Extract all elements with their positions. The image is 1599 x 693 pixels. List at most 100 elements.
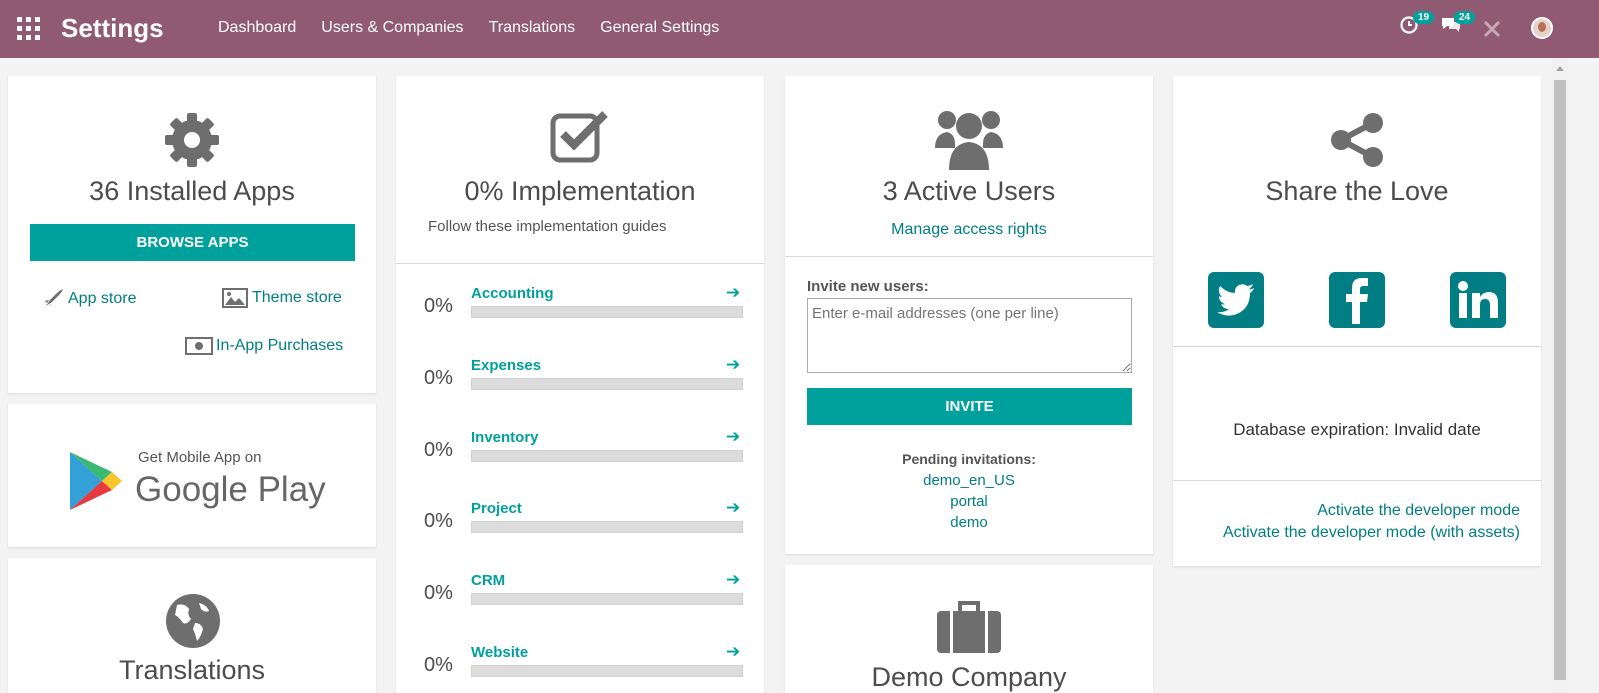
twitter-button[interactable] [1208,272,1264,328]
user-avatar[interactable] [1531,17,1553,39]
guide-name[interactable]: Inventory [471,429,539,446]
active-users-card: 3 Active Users Manage access rights Invi… [785,76,1153,554]
twitter-icon [1217,284,1254,316]
google-play-link[interactable] [68,450,124,517]
implementation-title: 0% Implementation [464,176,696,206]
pending-user-link[interactable]: portal [785,493,1153,510]
guide-name[interactable]: Accounting [471,285,554,302]
invite-label: Invite new users: [807,278,929,295]
messages-badge: 24 [1454,11,1476,24]
share-divider-2 [1173,480,1541,481]
briefcase-icon [937,601,1001,653]
menu-item-users-companies[interactable]: Users & Companies [321,19,463,37]
guide-progress-bar [471,593,743,605]
pending-user-link[interactable]: demo [785,514,1153,531]
guide-progress-bar [471,665,743,677]
installed-apps-card: 36 Installed Apps BROWSE APPS App store … [8,76,376,393]
theme-store-label: Theme store [252,289,342,306]
guide-row[interactable]: 0% Expenses ➔ [396,355,764,397]
browse-apps-button[interactable]: BROWSE APPS [30,224,355,261]
scroll-thumb[interactable] [1554,80,1566,680]
scroll-up-arrow[interactable] [1556,66,1564,71]
guide-progress-bar [471,450,743,462]
arrow-right-icon[interactable]: ➔ [726,498,740,518]
guide-row[interactable]: 0% Inventory ➔ [396,427,764,469]
activities-badge: 19 [1413,11,1435,24]
rocket-icon [45,289,63,307]
arrow-right-icon[interactable]: ➔ [726,427,740,447]
translations-title: Translations [118,655,266,685]
implementation-card: 0% Implementation Follow these implement… [396,76,764,693]
tools-icon [1483,20,1501,38]
arrow-right-icon[interactable]: ➔ [726,283,740,303]
company-title: Demo Company [871,662,1067,692]
guide-row[interactable]: 0% Website ➔ [396,642,764,684]
page-scrollbar[interactable] [1552,58,1568,693]
apps-menu-icon[interactable] [17,17,40,40]
activate-developer-mode-link[interactable]: Activate the developer mode [1317,502,1520,520]
invite-button[interactable]: INVITE [807,388,1132,425]
guide-name[interactable]: Expenses [471,357,541,374]
database-expiration-text: Database expiration: Invalid date [1233,420,1481,439]
in-app-purchases-link[interactable]: In-App Purchases [185,337,343,355]
money-icon [185,337,213,355]
guide-name[interactable]: CRM [471,572,505,589]
google-play-text: Google Play [135,470,326,509]
menu-item-general-settings[interactable]: General Settings [600,19,719,37]
guide-percent: 0% [424,367,453,389]
guide-percent: 0% [424,510,453,532]
facebook-button[interactable] [1329,272,1385,328]
manage-access-rights-link[interactable]: Manage access rights [785,221,1153,239]
main-menu: Dashboard Users & Companies Translations… [218,19,744,37]
guide-row[interactable]: 0% Project ➔ [396,498,764,540]
in-app-purchases-label: In-App Purchases [216,337,344,354]
active-users-title: 3 Active Users [882,176,1056,206]
gear-icon [165,113,219,167]
activities-button[interactable]: 19 [1399,11,1435,39]
facebook-icon [1346,278,1368,324]
arrow-right-icon[interactable]: ➔ [726,570,740,590]
share-card: Share the Love Database expiration: Inva… [1173,76,1541,566]
installed-apps-title: 36 Installed Apps [89,176,295,206]
guide-percent: 0% [424,654,453,676]
app-store-label: App store [68,290,137,307]
pending-invitations-label: Pending invitations: [902,451,1036,467]
linkedin-button[interactable] [1450,272,1506,328]
theme-store-link[interactable]: Theme store [222,288,342,308]
guide-percent: 0% [424,582,453,604]
share-title: Share the Love [1265,176,1449,206]
invite-emails-input[interactable] [807,298,1132,373]
guide-name[interactable]: Project [471,500,522,517]
linkedin-icon [1458,281,1498,318]
debug-tools-button[interactable] [1483,20,1501,43]
share-divider-1 [1173,346,1541,347]
implementation-subtitle: Follow these implementation guides [428,218,667,235]
guide-name[interactable]: Website [471,644,528,661]
pending-user-link[interactable]: demo_en_US [785,472,1153,489]
mobile-app-card: Get Mobile App on Google Play [8,404,376,547]
menu-item-translations[interactable]: Translations [489,19,576,37]
messages-button[interactable]: 24 [1440,11,1476,39]
translations-card: Translations [8,558,376,693]
users-divider [785,256,1153,257]
guide-progress-bar [471,378,743,390]
arrow-right-icon[interactable]: ➔ [726,355,740,375]
guide-progress-bar [471,306,743,318]
image-icon [222,288,248,308]
guide-progress-bar [471,521,743,533]
top-navbar: Settings Dashboard Users & Companies Tra… [0,0,1599,58]
users-icon [935,111,1003,170]
get-mobile-app-text: Get Mobile App on [138,449,262,466]
implementation-divider [396,263,764,264]
guide-row[interactable]: 0% CRM ➔ [396,570,764,612]
menu-item-dashboard[interactable]: Dashboard [218,19,296,37]
activate-developer-mode-assets-link[interactable]: Activate the developer mode (with assets… [1223,524,1520,542]
guide-percent: 0% [424,295,453,317]
app-store-link[interactable]: App store [42,288,136,310]
guide-row[interactable]: 0% Accounting ➔ [396,283,764,325]
globe-icon [166,594,220,648]
arrow-right-icon[interactable]: ➔ [726,642,740,662]
google-play-icon [70,452,122,510]
share-icon [1331,113,1383,167]
app-title: Settings [61,13,164,43]
